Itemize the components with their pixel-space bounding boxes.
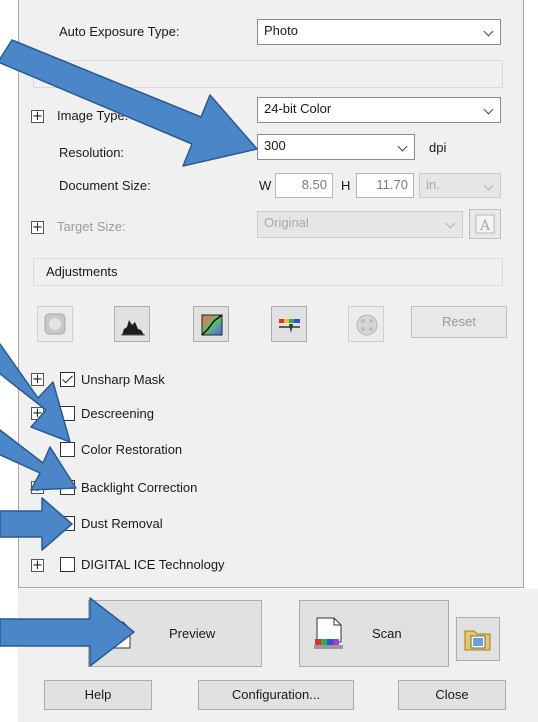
preview-label: Preview <box>169 626 216 641</box>
settings-panel: Auto Exposure Type: Photo Image Type: 24… <box>18 0 524 588</box>
auto-exposure-button <box>37 306 73 342</box>
color-restoration-label: Color Restoration <box>81 442 183 457</box>
document-size-label: Document Size: <box>59 178 151 193</box>
auto-exposure-icon <box>44 313 66 335</box>
help-button[interactable]: Help <box>44 680 152 710</box>
color-restoration-checkbox[interactable] <box>60 442 75 457</box>
unsharp-mask-checkbox[interactable] <box>60 372 75 387</box>
descreening-label: Descreening <box>81 406 154 421</box>
chevron-down-icon <box>445 218 456 229</box>
backlight-correction-checkbox[interactable] <box>60 480 75 495</box>
image-adjust-icon <box>279 319 300 333</box>
reset-button: Reset <box>411 306 507 338</box>
chevron-down-icon <box>483 180 494 191</box>
folder-icon <box>464 630 491 651</box>
preview-icon <box>105 621 131 649</box>
expand-unsharp-mask-icon[interactable] <box>31 373 44 386</box>
expand-target-size-icon[interactable] <box>31 221 44 234</box>
histogram-button[interactable] <box>114 306 150 342</box>
color-palette-button <box>348 306 384 342</box>
image-type-value: 24-bit Color <box>264 101 332 116</box>
target-size-value: Original <box>264 215 309 230</box>
tone-curve-button[interactable] <box>193 306 229 342</box>
resolution-value: 300 <box>264 138 286 153</box>
action-bar: Preview Scan Help Configuration... Close <box>18 589 538 722</box>
close-button[interactable]: Close <box>398 680 506 710</box>
digital-ice-label: DIGITAL ICE Technology <box>81 557 225 572</box>
scan-icon <box>314 617 343 649</box>
auto-exposure-label: Auto Exposure Type: <box>59 24 180 39</box>
unit-select: in. <box>419 173 501 198</box>
descreening-checkbox[interactable] <box>60 406 75 421</box>
chevron-down-icon <box>483 104 494 115</box>
svg-text:A: A <box>479 218 491 234</box>
preview-button[interactable]: Preview <box>88 600 262 667</box>
destination-group-header <box>33 60 503 88</box>
histogram-icon <box>121 320 145 336</box>
backlight-correction-label: Backlight Correction <box>81 480 198 495</box>
unit-value: in. <box>426 177 440 192</box>
tone-curve-icon <box>201 314 223 336</box>
digital-ice-checkbox[interactable] <box>60 557 75 572</box>
expand-backlight-correction-icon[interactable] <box>31 481 44 494</box>
text-enhance-button: A <box>469 209 501 239</box>
resolution-select[interactable]: 300 <box>257 134 415 160</box>
chevron-down-icon <box>397 141 408 152</box>
expand-digital-ice-icon[interactable] <box>31 559 44 572</box>
resolution-label: Resolution: <box>59 145 125 160</box>
image-type-label: Image Type: <box>57 108 129 123</box>
auto-exposure-value: Photo <box>264 23 298 38</box>
expand-image-type-icon[interactable] <box>31 110 44 123</box>
target-size-label: Target Size: <box>57 219 126 234</box>
width-field[interactable]: 8.50 <box>275 173 333 198</box>
scan-button[interactable]: Scan <box>299 600 449 667</box>
expand-descreening-icon[interactable] <box>31 407 44 420</box>
image-type-select[interactable]: 24-bit Color <box>257 97 501 123</box>
height-label: H <box>341 178 351 193</box>
dust-removal-label: Dust Removal <box>81 516 163 531</box>
text-icon: A <box>475 214 495 234</box>
configuration-button[interactable]: Configuration... <box>198 680 354 710</box>
width-label: W <box>259 178 272 193</box>
image-adjust-button[interactable] <box>271 306 307 342</box>
image-folder-button[interactable] <box>456 617 500 661</box>
resolution-unit: dpi <box>429 140 447 155</box>
target-size-select: Original <box>257 211 463 238</box>
adjustments-title: Adjustments <box>46 264 118 279</box>
chevron-down-icon <box>483 26 494 37</box>
color-palette-icon <box>356 314 378 336</box>
dust-removal-checkbox[interactable] <box>60 516 75 531</box>
height-field[interactable]: 11.70 <box>356 173 414 198</box>
adjustments-group-header: Adjustments <box>33 258 503 286</box>
auto-exposure-select[interactable]: Photo <box>257 19 501 45</box>
unsharp-mask-label: Unsharp Mask <box>81 372 165 387</box>
expand-dust-removal-icon[interactable] <box>31 517 44 530</box>
scan-label: Scan <box>372 626 402 641</box>
